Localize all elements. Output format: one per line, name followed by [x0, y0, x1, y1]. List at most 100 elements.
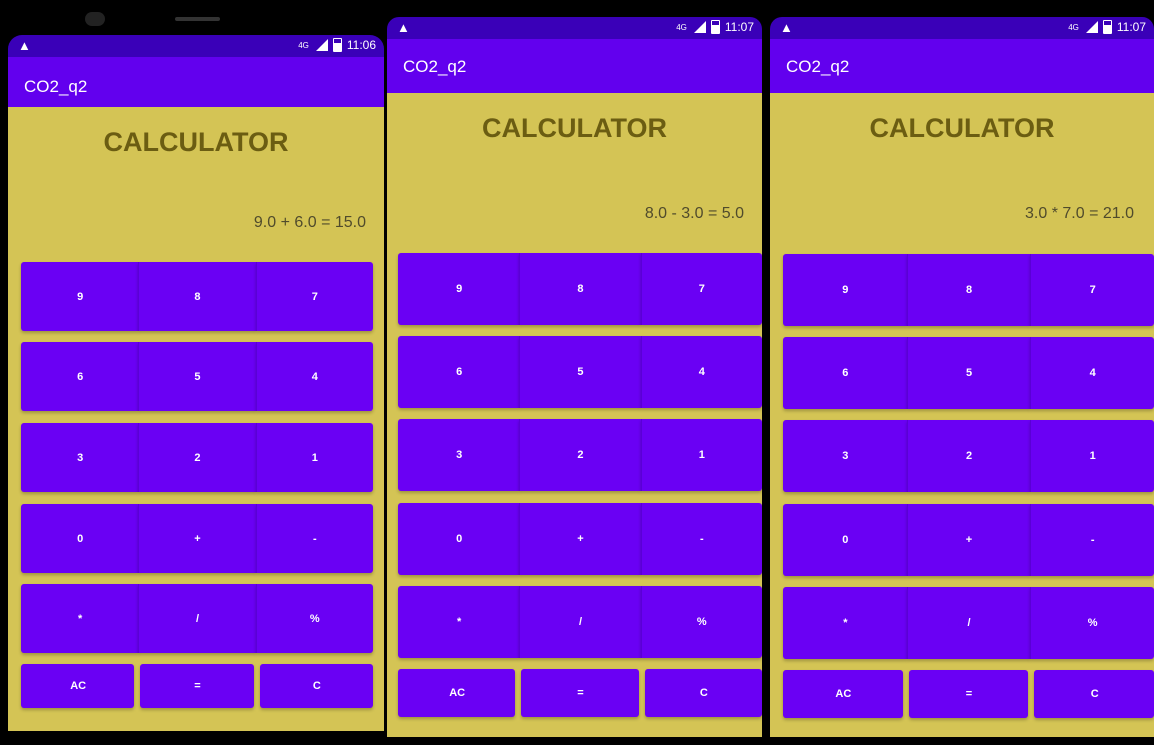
key-multiply[interactable]: *	[783, 587, 907, 659]
network-4g-icon: 4G	[1068, 22, 1079, 32]
key-7[interactable]: 7	[255, 262, 373, 331]
key-4[interactable]: 4	[640, 336, 762, 408]
app-title: CO2_q2	[403, 57, 467, 76]
app-content: CALCULATOR 9.0 + 6.0 = 15.0 9 8 7 6 5 4 …	[8, 107, 384, 731]
keypad: 9 8 7 6 5 4 3 2 1 0 + - * / % AC = C	[21, 262, 373, 712]
keypad-row-actions: AC = C	[398, 669, 762, 717]
keypad-row-actions: AC = C	[21, 664, 373, 708]
network-4g-icon: 4G	[298, 40, 309, 50]
keypad-row: 6 5 4	[398, 336, 762, 408]
nav-bar	[764, 737, 1154, 745]
page-title: CALCULATOR	[103, 127, 289, 157]
key-8[interactable]: 8	[138, 262, 256, 331]
status-time: 11:06	[346, 38, 376, 52]
key-7[interactable]: 7	[1030, 254, 1154, 326]
key-6[interactable]: 6	[783, 337, 907, 409]
all-clear-button[interactable]: AC	[398, 669, 516, 717]
key-1[interactable]: 1	[1030, 420, 1154, 492]
key-9[interactable]: 9	[21, 262, 139, 331]
key-3[interactable]: 3	[21, 423, 139, 492]
battery-icon	[710, 20, 720, 34]
key-9[interactable]: 9	[398, 253, 520, 325]
key-5[interactable]: 5	[138, 342, 256, 411]
result-display: 9.0 + 6.0 = 15.0	[253, 214, 366, 231]
warning-icon: ▲	[18, 38, 31, 53]
equals-button[interactable]: =	[908, 670, 1029, 718]
key-5[interactable]: 5	[519, 336, 641, 408]
key-plus[interactable]: +	[519, 503, 641, 575]
keypad-row: * / %	[783, 587, 1154, 659]
key-6[interactable]: 6	[398, 336, 520, 408]
key-3[interactable]: 3	[398, 419, 520, 491]
speaker-grille	[175, 17, 220, 21]
phone-screen-3: ▲ 4G 11:07 CO2_q2 CALCULATOR 3.0 * 7.0 =…	[764, 0, 1154, 745]
key-8[interactable]: 8	[906, 254, 1031, 326]
clear-button[interactable]: C	[259, 664, 373, 708]
key-0[interactable]: 0	[783, 504, 907, 576]
keypad-row: 3 2 1	[21, 423, 373, 492]
keypad-row: 9 8 7	[783, 254, 1154, 326]
keypad-row-actions: AC = C	[783, 670, 1154, 718]
key-multiply[interactable]: *	[398, 586, 520, 658]
result-display: 8.0 - 3.0 = 5.0	[644, 205, 744, 222]
keypad-row: 0 + -	[783, 504, 1154, 576]
key-percent[interactable]: %	[1030, 587, 1154, 659]
key-0[interactable]: 0	[398, 503, 520, 575]
key-5[interactable]: 5	[906, 337, 1031, 409]
key-4[interactable]: 4	[255, 342, 373, 411]
app-title: CO2_q2	[786, 57, 850, 76]
key-2[interactable]: 2	[519, 419, 641, 491]
battery-icon	[332, 38, 342, 52]
key-2[interactable]: 2	[906, 420, 1031, 492]
key-minus[interactable]: -	[255, 504, 373, 573]
status-time: 11:07	[1116, 20, 1146, 34]
signal-icon	[314, 39, 328, 51]
key-plus[interactable]: +	[906, 504, 1031, 576]
key-divide[interactable]: /	[519, 586, 641, 658]
clear-button[interactable]: C	[1034, 670, 1154, 718]
keypad-row: * / %	[398, 586, 762, 658]
key-divide[interactable]: /	[906, 587, 1031, 659]
keypad-row: * / %	[21, 584, 373, 653]
nav-bar	[0, 731, 384, 745]
status-bar: ▲ 4G 11:06	[8, 35, 384, 57]
key-2[interactable]: 2	[138, 423, 256, 492]
key-7[interactable]: 7	[640, 253, 762, 325]
app-bar: CO2_q2	[8, 57, 384, 107]
key-divide[interactable]: /	[138, 584, 256, 653]
key-minus[interactable]: -	[1030, 504, 1154, 576]
key-0[interactable]: 0	[21, 504, 139, 573]
network-4g-icon: 4G	[676, 22, 687, 32]
keypad-row: 9 8 7	[21, 262, 373, 331]
key-percent[interactable]: %	[255, 584, 373, 653]
keypad-row: 0 + -	[21, 504, 373, 573]
key-3[interactable]: 3	[783, 420, 907, 492]
key-9[interactable]: 9	[783, 254, 907, 326]
app-content: CALCULATOR 3.0 * 7.0 = 21.0 9 8 7 6 5 4 …	[770, 93, 1154, 737]
key-8[interactable]: 8	[519, 253, 641, 325]
keypad-row: 3 2 1	[398, 419, 762, 491]
key-6[interactable]: 6	[21, 342, 139, 411]
key-percent[interactable]: %	[640, 586, 762, 658]
phone-screen-1: ▲ 4G 11:06 CO2_q2 CALCULATOR 9.0 + 6.0 =…	[0, 0, 384, 745]
battery-icon	[1102, 20, 1112, 34]
key-4[interactable]: 4	[1030, 337, 1154, 409]
signal-icon	[1084, 21, 1098, 33]
all-clear-button[interactable]: AC	[783, 670, 903, 718]
phone-frame	[0, 0, 384, 40]
key-1[interactable]: 1	[640, 419, 762, 491]
keypad: 9 8 7 6 5 4 3 2 1 0 + - * / % AC = C	[398, 253, 762, 723]
phone-screen-2: ▲ 4G 11:07 CO2_q2 CALCULATOR 8.0 - 3.0 =…	[384, 0, 764, 745]
page-title: CALCULATOR	[482, 113, 667, 143]
equals-button[interactable]: =	[521, 669, 639, 717]
key-1[interactable]: 1	[255, 423, 373, 492]
equals-button[interactable]: =	[140, 664, 254, 708]
key-minus[interactable]: -	[640, 503, 762, 575]
keypad-row: 0 + -	[398, 503, 762, 575]
app-bar: CO2_q2	[387, 39, 762, 93]
clear-button[interactable]: C	[644, 669, 762, 717]
all-clear-button[interactable]: AC	[21, 664, 135, 708]
nav-bar	[384, 737, 764, 745]
key-plus[interactable]: +	[138, 504, 256, 573]
key-multiply[interactable]: *	[21, 584, 139, 653]
